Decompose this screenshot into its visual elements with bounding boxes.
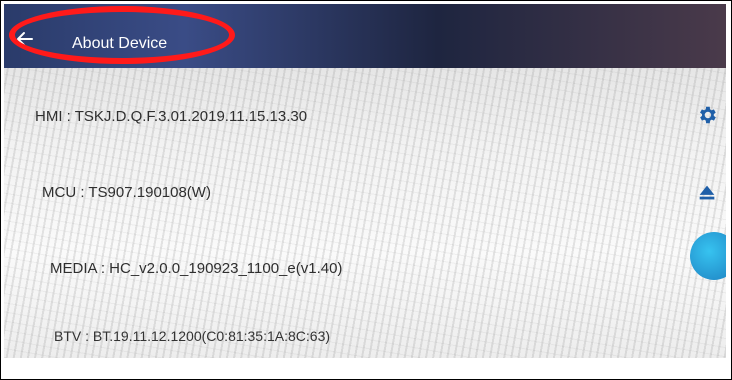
gear-icon[interactable] — [696, 104, 718, 126]
info-row-mcu: MCU : TS907.190108(W) — [42, 184, 211, 201]
bottom-margin — [1, 358, 731, 379]
info-row-hmi: HMI : TSKJ.D.Q.F.3.01.2019.11.15.13.30 — [35, 108, 308, 125]
eject-icon[interactable] — [696, 182, 718, 204]
screenshot-frame: About Device HMI : TSKJ.D.Q.F.3.01.2019.… — [0, 0, 732, 380]
highlight-annotation-ring — [9, 6, 235, 64]
info-row-media: MEDIA : HC_v2.0.0_190923_1100_e(v1.40) — [50, 260, 343, 277]
info-row-btv: BTV : BT.19.11.12.1200(C0:81:35:1A:8C:63… — [54, 328, 331, 344]
